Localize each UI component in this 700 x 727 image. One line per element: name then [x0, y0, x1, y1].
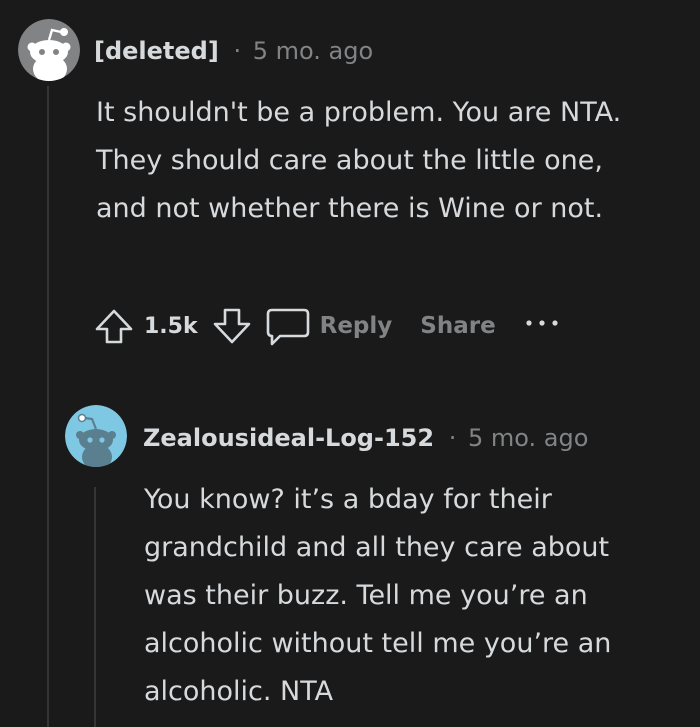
- meta-separator: ·: [233, 37, 242, 65]
- comment-meta: Zealousideal-Log-152 · 5 mo. ago: [143, 426, 588, 450]
- comment-timestamp[interactable]: 5 mo. ago: [253, 37, 373, 65]
- upvote-arrow-icon[interactable]: [92, 304, 136, 348]
- ellipsis-icon[interactable]: [524, 316, 560, 336]
- comment-body: You know? it’s a bday for their grandchi…: [144, 484, 612, 707]
- thread-line-primary[interactable]: [47, 86, 49, 727]
- user-avatar[interactable]: [18, 19, 80, 81]
- share-button[interactable]: Share: [420, 313, 495, 339]
- comment-action-bar: 1.5k Reply Share: [92, 302, 560, 350]
- downvote-arrow-icon[interactable]: [210, 304, 254, 348]
- vote-count: 1.5k: [144, 313, 198, 339]
- comment-author[interactable]: Zealousideal-Log-152: [143, 424, 434, 452]
- comment-author[interactable]: [deleted]: [94, 37, 219, 65]
- comment-body: It shouldn't be a problem. You are NTA. …: [96, 97, 622, 224]
- thread-line-reply[interactable]: [94, 487, 96, 727]
- reply-button[interactable]: Reply: [320, 313, 393, 339]
- comment-meta: [deleted] · 5 mo. ago: [94, 39, 373, 63]
- snoo-grey-avatar-icon: [18, 19, 80, 81]
- user-avatar[interactable]: [65, 405, 127, 467]
- meta-separator: ·: [448, 424, 457, 452]
- comment-timestamp[interactable]: 5 mo. ago: [468, 424, 588, 452]
- snoo-blue-avatar-icon: [65, 405, 127, 467]
- comment-bubble-icon[interactable]: [264, 304, 312, 348]
